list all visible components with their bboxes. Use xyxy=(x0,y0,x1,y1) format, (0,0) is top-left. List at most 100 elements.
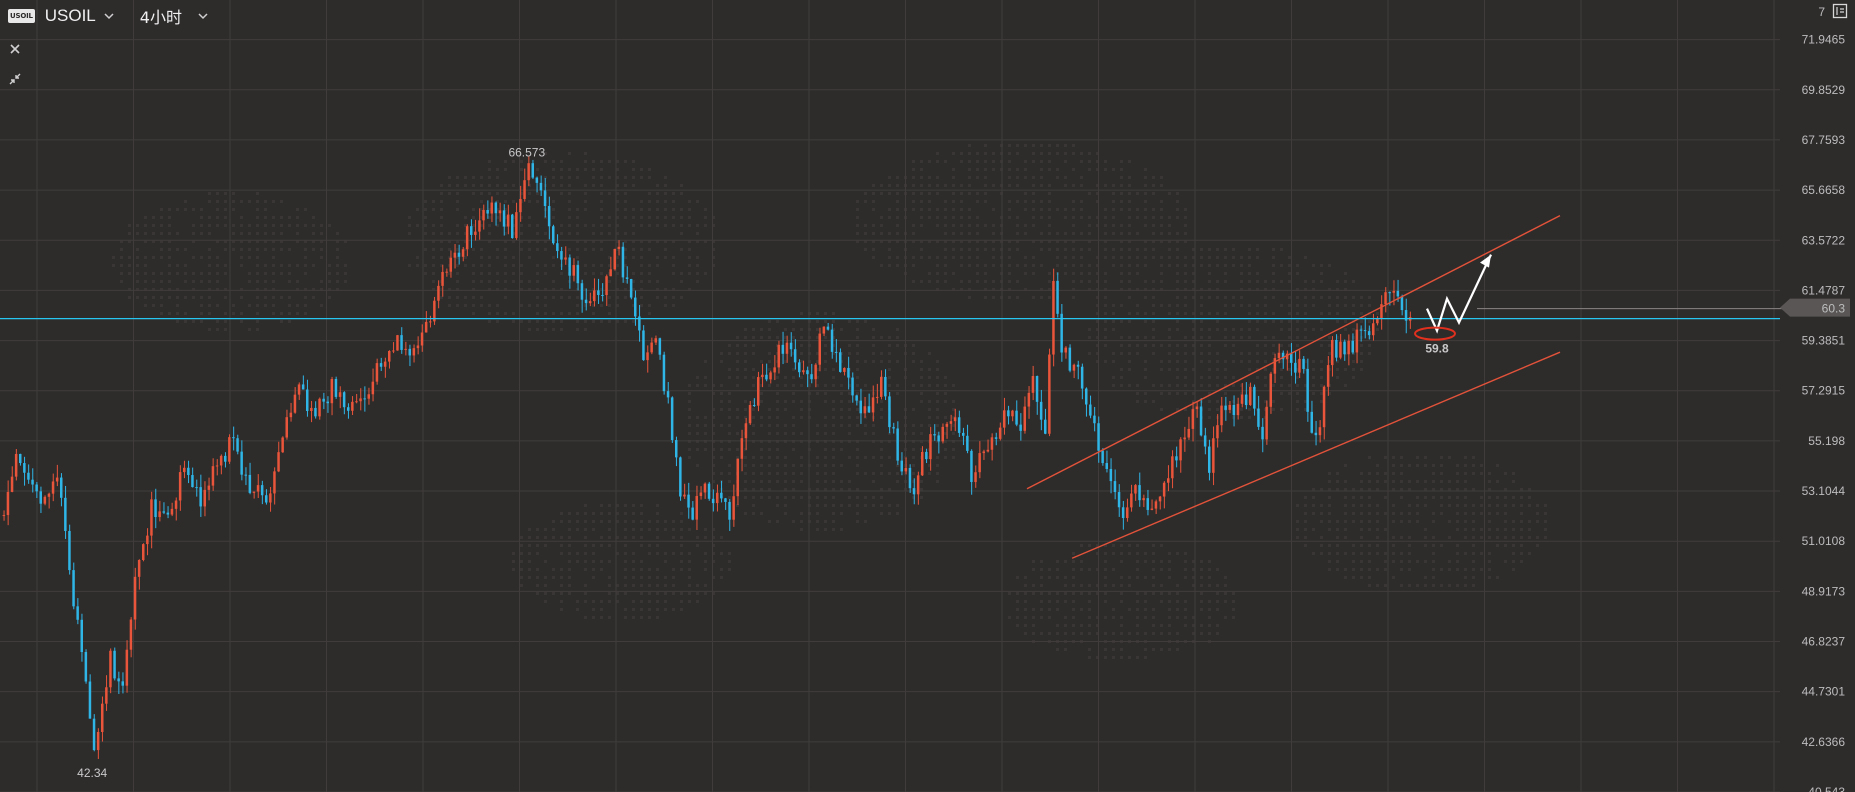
map-dot xyxy=(1320,384,1323,387)
map-dot xyxy=(160,248,163,251)
map-dot xyxy=(1320,320,1323,323)
map-dot xyxy=(624,544,627,547)
candle-body xyxy=(1318,427,1322,436)
map-dot xyxy=(832,448,835,451)
map-dot xyxy=(760,472,763,475)
map-dot xyxy=(1248,272,1251,275)
price-axis-tick: 71.9465 xyxy=(1802,33,1846,47)
map-dot xyxy=(1376,568,1379,571)
map-dot xyxy=(720,424,723,427)
map-dot xyxy=(1136,592,1139,595)
map-dot xyxy=(232,208,235,211)
map-dot xyxy=(1328,304,1331,307)
timeframe-selector[interactable]: 4小时 xyxy=(140,4,182,28)
map-dot xyxy=(1392,464,1395,467)
map-dot xyxy=(168,232,171,235)
map-dot xyxy=(912,472,915,475)
map-dot xyxy=(576,608,579,611)
map-dot xyxy=(656,216,659,219)
close-icon[interactable] xyxy=(7,41,23,57)
map-dot xyxy=(872,248,875,251)
map-dot xyxy=(752,456,755,459)
map-dot xyxy=(1024,224,1027,227)
map-dot xyxy=(1216,312,1219,315)
chevron-down-icon[interactable] xyxy=(102,9,116,23)
map-dot xyxy=(1256,328,1259,331)
map-dot xyxy=(624,192,627,195)
map-dot xyxy=(472,312,475,315)
map-dot xyxy=(608,224,611,227)
map-dot xyxy=(1160,176,1163,179)
symbol-selector[interactable]: USOIL xyxy=(45,6,96,26)
map-dot xyxy=(1248,304,1251,307)
map-dot xyxy=(1152,616,1155,619)
candle-body xyxy=(552,226,555,244)
map-dot xyxy=(1280,304,1283,307)
map-dot xyxy=(688,384,691,387)
map-dot xyxy=(968,256,971,259)
chevron-down-icon[interactable] xyxy=(196,9,210,23)
map-dot xyxy=(1400,456,1403,459)
map-dot xyxy=(1160,544,1163,547)
candle-body xyxy=(1056,280,1059,314)
price-chart[interactable]: 66.57342.3459.8 71.946569.852967.759365.… xyxy=(0,0,1855,792)
map-dot xyxy=(256,264,259,267)
map-dot xyxy=(1440,504,1443,507)
candle-body xyxy=(716,492,719,504)
map-dot xyxy=(1200,344,1203,347)
collapse-icon[interactable] xyxy=(7,71,23,87)
map-dot xyxy=(632,168,635,171)
map-dot xyxy=(672,192,675,195)
candle-body xyxy=(379,363,383,367)
candle-body xyxy=(367,394,370,399)
candle-body xyxy=(588,301,592,304)
map-dot xyxy=(1048,568,1051,571)
map-dot xyxy=(1144,600,1147,603)
map-dot xyxy=(600,608,603,611)
map-dot xyxy=(1464,552,1467,555)
map-dot xyxy=(192,320,195,323)
map-dot xyxy=(704,560,707,563)
map-dot xyxy=(512,272,515,275)
map-dot xyxy=(1080,184,1083,187)
map-dot xyxy=(1104,168,1107,171)
map-dot xyxy=(728,432,731,435)
map-dot xyxy=(944,208,947,211)
map-dot xyxy=(1360,552,1363,555)
map-dot xyxy=(488,216,491,219)
map-dot xyxy=(600,248,603,251)
price-axis[interactable]: 71.946569.852967.759365.665863.572261.47… xyxy=(1802,5,1846,792)
fullscreen-icon[interactable] xyxy=(1831,2,1849,20)
map-dot xyxy=(1392,456,1395,459)
map-dot xyxy=(1016,576,1019,579)
map-dot xyxy=(1208,608,1211,611)
map-dot xyxy=(864,520,867,523)
map-dot xyxy=(440,224,443,227)
candle-body xyxy=(941,426,944,442)
candle-body xyxy=(871,397,875,413)
map-dot xyxy=(592,272,595,275)
map-dot xyxy=(120,280,123,283)
map-dot xyxy=(424,224,427,227)
candle-body xyxy=(400,335,403,350)
map-dot xyxy=(248,200,251,203)
map-dot xyxy=(1168,592,1171,595)
map-dot xyxy=(1328,344,1331,347)
candle-body xyxy=(1011,410,1014,417)
map-dot xyxy=(856,200,859,203)
map-dot xyxy=(208,232,211,235)
map-dot xyxy=(1176,248,1179,251)
map-dot xyxy=(1392,560,1395,563)
candle-body xyxy=(814,364,817,380)
map-dot xyxy=(1104,648,1107,651)
map-dot xyxy=(816,392,819,395)
candle-body xyxy=(543,190,547,207)
map-dot xyxy=(456,296,459,299)
map-dot xyxy=(632,512,635,515)
map-dot xyxy=(552,160,555,163)
map-dot xyxy=(1344,280,1347,283)
map-dot xyxy=(880,496,883,499)
map-dot xyxy=(1176,304,1179,307)
map-dot xyxy=(696,600,699,603)
map-dot xyxy=(648,224,651,227)
